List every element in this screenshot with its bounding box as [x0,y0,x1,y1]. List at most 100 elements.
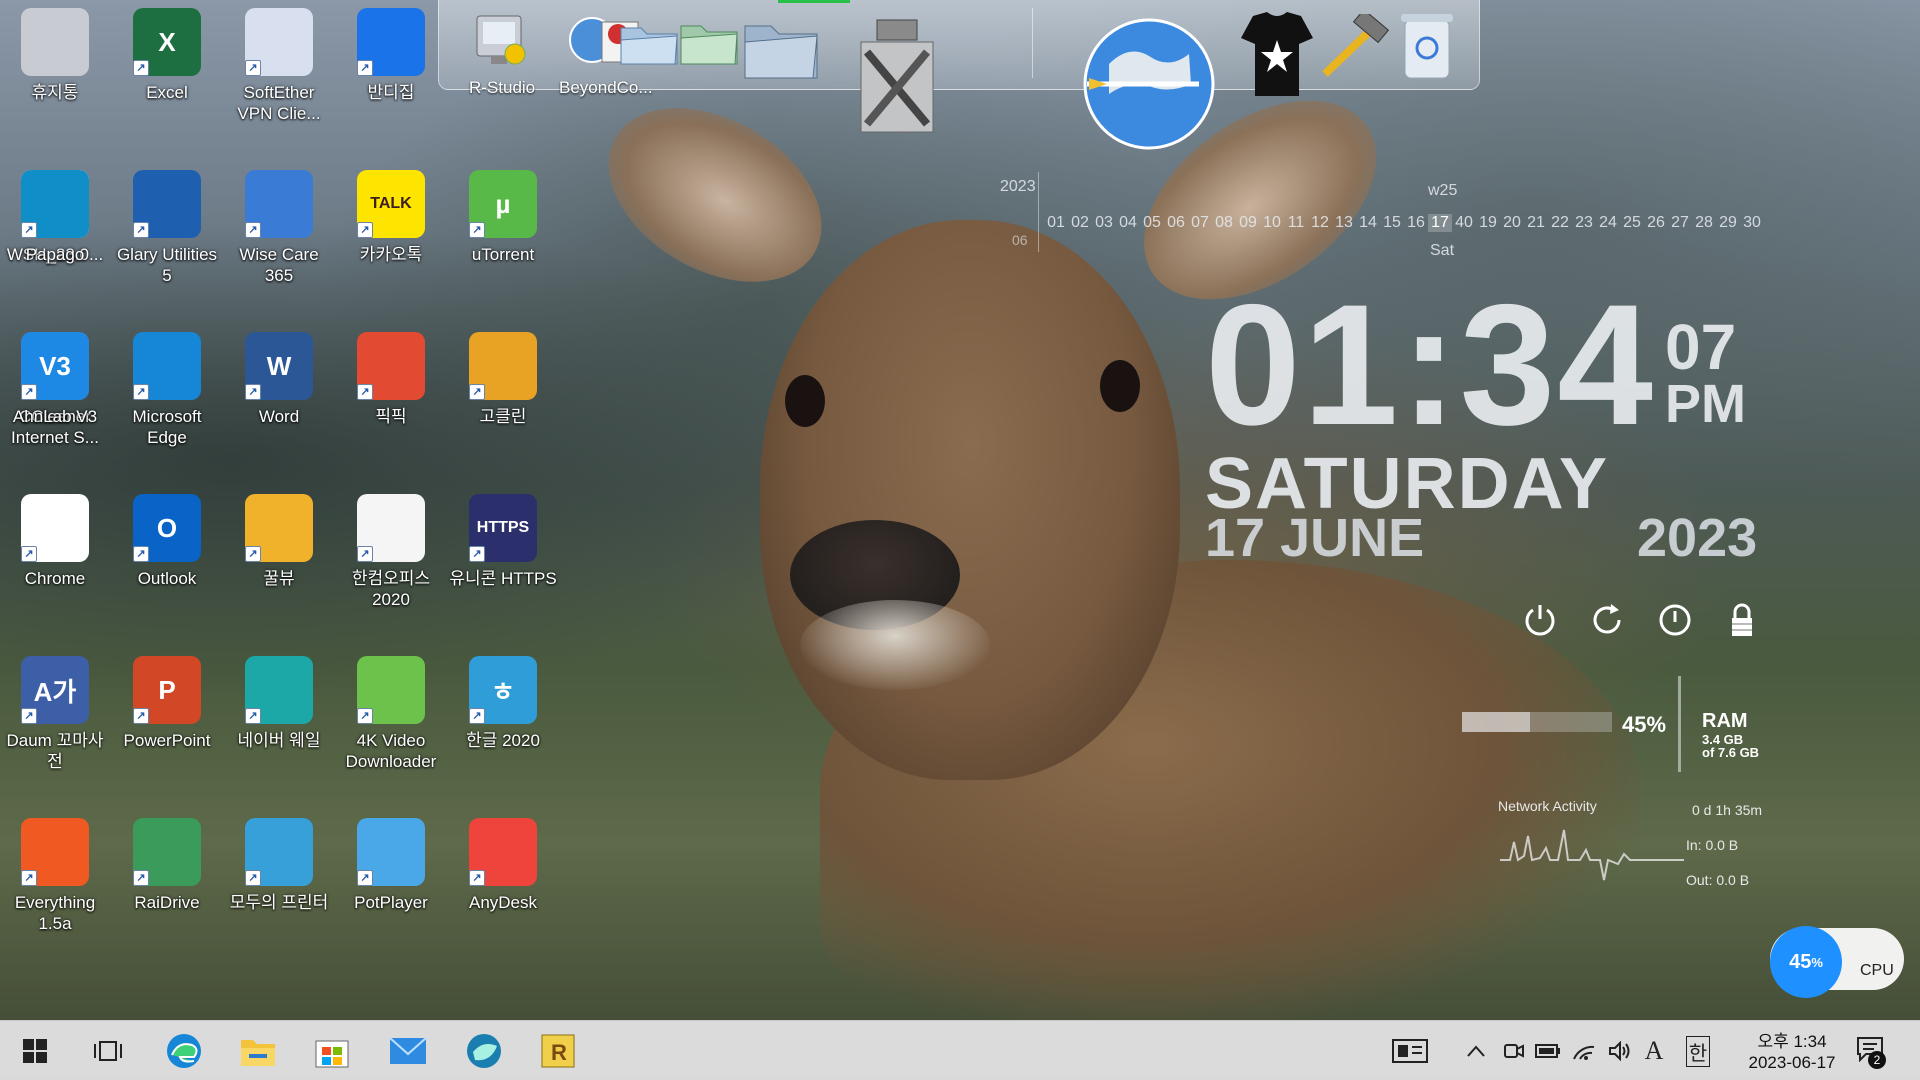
desktop-icon-label: 고클린 [479,407,527,426]
dock-tshirt[interactable] [1239,10,1315,100]
dock-folder-2[interactable] [677,14,741,70]
calendar-day: 09 [1239,214,1257,231]
wise-care-icon: ↗ [245,170,313,238]
desktop-icon-label: 한글 2020 [466,731,540,750]
desktop-icon[interactable]: ↗ AnyDesk [448,810,558,950]
power-button[interactable] [1520,600,1560,640]
taskbar-r-app[interactable]: R [536,1029,580,1073]
desktop-icon[interactable]: ↗ Papago [0,162,110,302]
desktop-icon[interactable]: ㅎ ↗ 한글 2020 [448,648,558,788]
lock-icon [1732,603,1752,636]
calendar-day: 22 [1551,214,1569,231]
taskbar-edge[interactable] [162,1029,206,1073]
calendar-month: 06 [1012,232,1028,248]
icon-glyph: ㅎ [491,676,515,707]
taskbar-store[interactable] [310,1029,354,1073]
battery-icon [1535,1044,1560,1058]
desktop-icon-label: Everything 1.5a [14,893,96,933]
dock-folder-1[interactable] [617,18,681,70]
tray-meet-now[interactable] [1500,1037,1528,1065]
desktop-icon[interactable]: O ↗ Outlook [112,486,222,626]
desktop-icon[interactable]: ↗ 꿀뷰 [224,486,334,626]
desktop-icon-label: Glary Utilities 5 [116,245,218,285]
tray-news-widget[interactable] [1392,1037,1428,1065]
desktop-icon-label: PowerPoint [123,731,211,750]
dock-hammer[interactable] [1315,14,1391,82]
wallpaper-deer-eye [1100,360,1140,412]
dock-folder-3[interactable] [739,12,823,86]
desktop-icon-label: 휴지통 [31,83,79,102]
mail-icon [389,1037,427,1064]
desktop-icon[interactable]: ↗ 픽픽 [336,324,446,464]
tray-ime-language[interactable]: 한 [1684,1035,1712,1067]
desktop-icon[interactable]: ↗ 모두의 프린터 [224,810,334,950]
taskbar-mail[interactable] [386,1029,430,1073]
desktop-icon[interactable]: ↗ Everything 1.5a [0,810,110,950]
task-view-button[interactable] [86,1029,130,1073]
glary-utilities-icon: ↗ [133,170,201,238]
shortcut-arrow-icon: ↗ [357,546,373,562]
restart-button[interactable] [1587,600,1627,640]
start-button[interactable] [13,1029,57,1073]
cpu-label: CPU [1860,962,1894,979]
taskbar-whale[interactable] [462,1029,506,1073]
desktop-icon[interactable]: ↗ Chrome [0,486,110,626]
wallpaper-deer-eye [785,375,825,427]
folder-icon [744,25,818,79]
desktop-icon[interactable]: ↗ Glary Utilities 5 [112,162,222,302]
desktop-icon-label: 한컴오피스 2020 [351,569,431,609]
desktop-icon-label: 픽픽 [375,407,407,426]
taskbar-clock-date[interactable]: 2023-06-17 [1732,1053,1852,1073]
calendar-day: 04 [1119,214,1137,231]
wallpaper-deer-muzzle [800,600,990,690]
dock-globe[interactable] [1079,14,1219,154]
desktop-icon[interactable]: ↗ PotPlayer [336,810,446,950]
recycle-bin-icon [21,8,89,76]
cpu-widget[interactable]: 45% CPU [1770,926,1904,998]
ime-a-icon: A [1644,1036,1664,1065]
desktop-icon[interactable]: ↗ 네이버 웨일 [224,648,334,788]
desktop-icon[interactable]: ↗ Wise Care 365 [224,162,334,302]
wallpaper-deer-head [760,220,1180,780]
hancom-office-icon: ↗ [357,494,425,562]
calendar-day: 25 [1623,214,1641,231]
shortcut-arrow-icon: ↗ [245,384,261,400]
desktop-icon[interactable]: V3 ↗ AhnLab V3 Internet S... [0,324,110,464]
desktop-icon[interactable]: ↗ Microsoft Edge [112,324,222,464]
icon-glyph: P [158,674,176,705]
desktop-icon-label: 꿀뷰 [263,569,295,588]
tray-wifi[interactable] [1570,1037,1598,1065]
tray-ime-mode[interactable]: A [1640,1036,1668,1065]
lock-button[interactable] [1722,600,1762,640]
network-graph [1500,829,1684,881]
desktop-icon[interactable]: A가 ↗ Daum 꼬마사전 [0,648,110,788]
desktop-icon[interactable]: ↗ 고클린 [448,324,558,464]
desktop-icon[interactable]: ↗ RaiDrive [112,810,222,950]
desktop-icon[interactable]: TALK ↗ 카카오톡 [336,162,446,302]
desktop-icon[interactable]: µ ↗ uTorrent [448,162,558,302]
tray-battery[interactable] [1534,1037,1562,1065]
desktop-icon[interactable]: W ↗ Word [224,324,334,464]
dock-recycle-bin[interactable] [1399,10,1455,82]
desktop-icon[interactable]: HTTPS ↗ 유니콘 HTTPS [448,486,558,626]
taskbar-clock-time[interactable]: 오후 1:34 [1740,1027,1844,1052]
ram-total: of 7.6 GB [1702,745,1760,760]
unicorn-https-icon: HTTPS ↗ [469,494,537,562]
desktop-icon[interactable]: 휴지통 [0,0,110,140]
desktop-icon[interactable]: ↗ 반디집 [336,0,446,140]
tray-volume[interactable] [1606,1037,1634,1065]
calendar-day: 19 [1479,214,1497,231]
powerpoint-icon: P ↗ [133,656,201,724]
desktop-icon[interactable]: P ↗ PowerPoint [112,648,222,788]
clock-year: 2023 [1637,508,1758,568]
desktop-icon[interactable]: ↗ 한컴오피스 2020 [336,486,446,626]
desktop-icon[interactable]: ↗ SoftEther VPN Clie... [224,0,334,140]
dock-r-studio[interactable]: R-Studio [469,10,535,98]
logoff-button[interactable] [1655,600,1695,640]
calendar-day: 02 [1071,214,1089,231]
taskbar-file-explorer[interactable] [236,1029,280,1073]
desktop-icon[interactable]: X ↗ Excel [112,0,222,140]
desktop-icon[interactable]: ↗ 4K Video Downloader [336,648,446,788]
dock-tools[interactable] [847,12,947,142]
tray-show-hidden[interactable] [1462,1037,1490,1065]
